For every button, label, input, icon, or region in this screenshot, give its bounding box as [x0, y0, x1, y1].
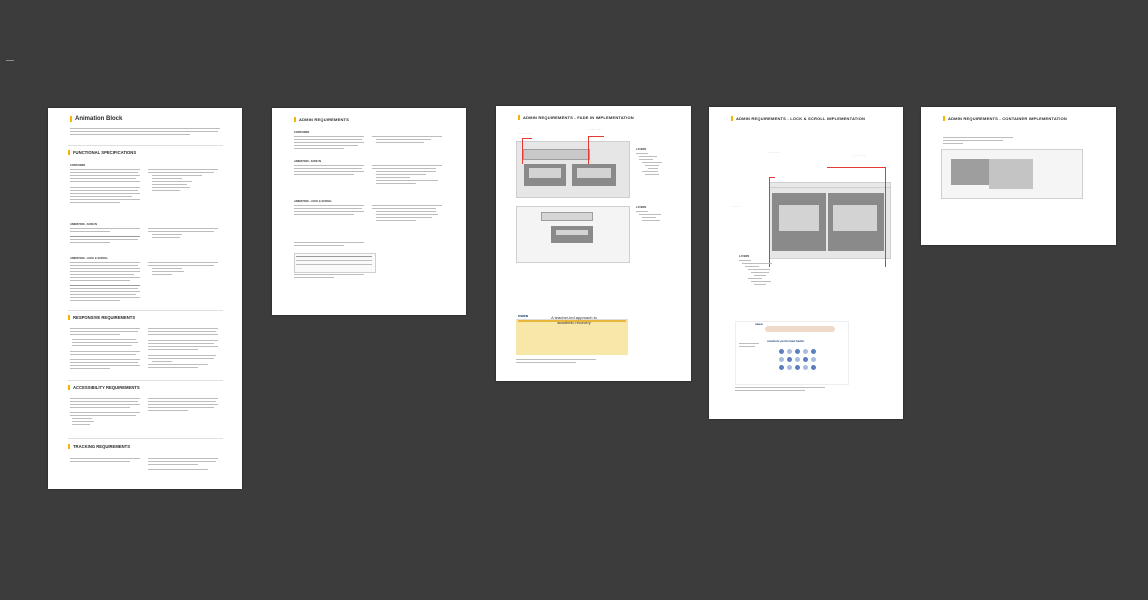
- section-responsive: RESPONSIVE REQUIREMENTS: [68, 315, 135, 320]
- annotation-note: ··· ·· ····: [731, 205, 740, 208]
- annotation-line: [522, 138, 523, 164]
- intro-text: [70, 128, 220, 129]
- chart-dot: [779, 365, 784, 370]
- sub-container: CONTAINER: [70, 164, 86, 167]
- site-preview-headline: students performed better: [767, 339, 805, 343]
- site-preview-logo: nwea: [518, 313, 529, 318]
- artboard-animation-block[interactable]: Animation Block FUNCTIONAL SPECIFICATION…: [48, 108, 242, 489]
- chart-dot: [795, 349, 800, 354]
- chart-dot: [779, 349, 784, 354]
- chart-dot: [803, 357, 808, 362]
- site-preview-logo: nwea: [755, 322, 763, 326]
- layers-label: LAYERS: [636, 206, 647, 209]
- page-title: ADMIN REQUIREMENTS - CONTAINER IMPLEMENT…: [943, 116, 1067, 121]
- chart-dot: [803, 365, 808, 370]
- chart-dot: [787, 365, 792, 370]
- artboard-fade-in-implementation[interactable]: ADMIN REQUIREMENTS - FADE IN IMPLEMENTAT…: [496, 106, 691, 381]
- chart-dot: [811, 365, 816, 370]
- annotation-line: [827, 167, 885, 168]
- annotation-line: [588, 136, 604, 137]
- layers-label: LAYERS: [739, 255, 750, 258]
- page-title: Animation Block: [70, 116, 122, 122]
- page-title: ADMIN REQUIREMENTS - FADE IN IMPLEMENTAT…: [518, 115, 634, 120]
- chart-dot: [803, 349, 808, 354]
- chart-dot: [795, 365, 800, 370]
- chart-dot: [811, 357, 816, 362]
- sub-lock-scroll: ANIMATION - LOCK & SCROLL: [70, 257, 109, 260]
- chart-dot: [779, 357, 784, 362]
- annotation-note: ··· ···· ·· ····: [853, 154, 866, 157]
- chart-dot: [787, 349, 792, 354]
- annotation-line: [769, 177, 775, 178]
- sub-lock-scroll: ANIMATION - LOCK & SCROLL: [294, 200, 333, 203]
- annotation-line: [769, 177, 770, 267]
- site-preview-headline: A teacher-led approach to academic recov…: [551, 315, 597, 325]
- sub-container: CONTAINER: [294, 131, 310, 134]
- section-accessibility: ACCESSIBILITY REQUIREMENTS: [68, 385, 140, 390]
- annotation-note: ·· ·· ···· ··· ····: [518, 132, 533, 135]
- chart-dot: [811, 349, 816, 354]
- annotation-line: [522, 138, 532, 139]
- sub-fade-in: ANIMATION - FADE IN: [294, 160, 322, 163]
- annotation-line: [885, 167, 886, 267]
- chart-dot: [787, 357, 792, 362]
- annotation-note: ··· ···· ·· ···· ··: [588, 128, 603, 131]
- annotation-note: ···· ·· ··· ····: [767, 151, 780, 154]
- canvas-marker: [6, 60, 14, 61]
- divider: [68, 145, 223, 146]
- section-functional: FUNCTIONAL SPECIFICATIONS: [68, 150, 136, 155]
- page-title: ADMIN REQUIREMENTS - LOCK & SCROLL IMPLE…: [731, 116, 865, 121]
- artboard-admin-requirements[interactable]: ADMIN REQUIREMENTS CONTAINER ANIMATION -…: [272, 108, 466, 315]
- annotation-line: [588, 136, 589, 164]
- page-title: ADMIN REQUIREMENTS: [294, 117, 349, 122]
- layers-label: LAYERS: [636, 148, 647, 151]
- section-tracking: TRACKING REQUIREMENTS: [68, 444, 130, 449]
- site-preview-hand: [765, 326, 835, 332]
- sub-fade-in: ANIMATION - FADE IN: [70, 223, 98, 226]
- artboard-container-implementation[interactable]: ADMIN REQUIREMENTS - CONTAINER IMPLEMENT…: [921, 107, 1116, 245]
- chart-dot: [795, 357, 800, 362]
- artboard-lock-scroll-implementation[interactable]: ADMIN REQUIREMENTS - LOCK & SCROLL IMPLE…: [709, 107, 903, 419]
